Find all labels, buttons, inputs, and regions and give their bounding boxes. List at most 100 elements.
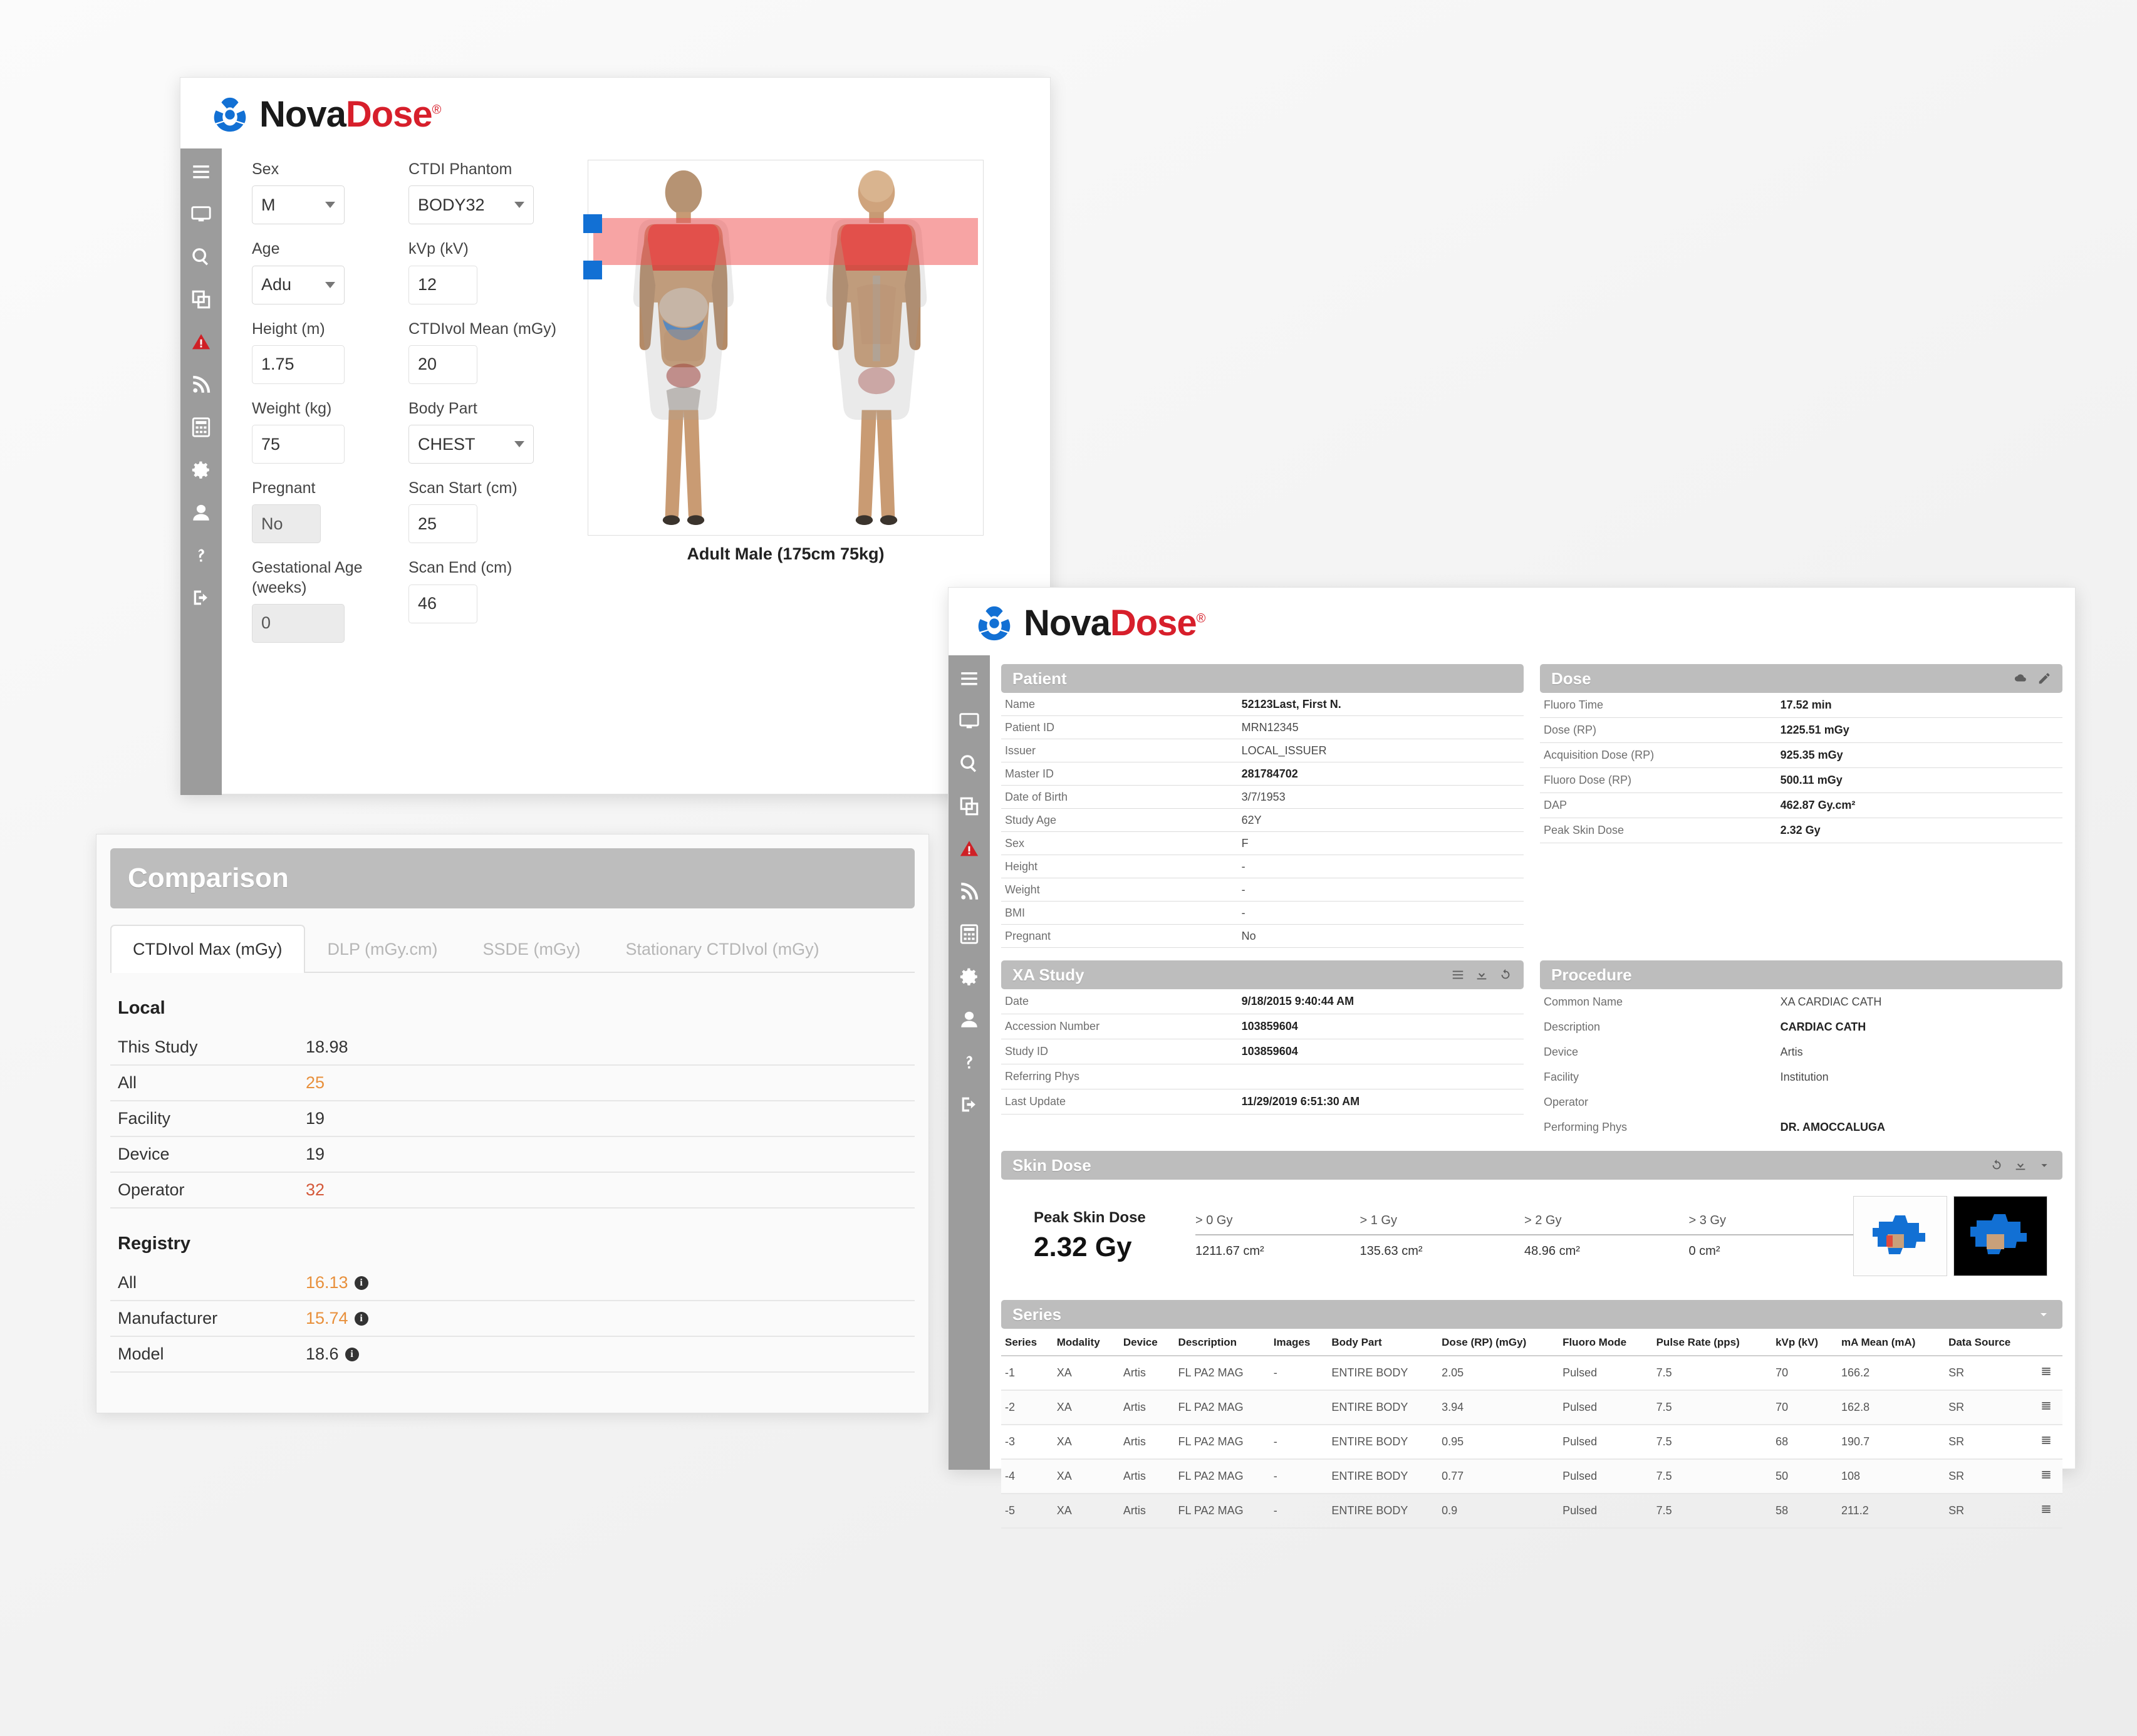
gear-icon[interactable] — [957, 965, 981, 989]
info-icon[interactable]: i — [345, 1348, 359, 1361]
cell-body-part: ENTIRE BODY — [1328, 1494, 1438, 1528]
table-row: Performing PhysDR. AMOCCALUGA — [1540, 1115, 2062, 1140]
select-body-part[interactable]: CHEST — [408, 425, 534, 464]
cell-data-source: SR — [1945, 1390, 2036, 1425]
ct-calculator-window: NovaDose® — [180, 77, 1051, 794]
brand-name-red: Dose — [346, 94, 432, 135]
table-row[interactable]: -2 XA Artis FL PA2 MAG ENTIRE BODY 3.94 … — [1001, 1390, 2062, 1425]
monitor-icon[interactable] — [189, 202, 213, 226]
select-age[interactable]: Adu — [252, 266, 345, 304]
copy-icon[interactable] — [189, 288, 213, 311]
row-value: 62Y — [1242, 814, 1262, 827]
row-menu-icon[interactable] — [2036, 1390, 2062, 1425]
rss-icon[interactable] — [189, 373, 213, 397]
phantom-canvas[interactable] — [588, 160, 984, 536]
gear-icon[interactable] — [189, 458, 213, 482]
table-row: Peak Skin Dose2.32 Gy — [1540, 818, 2062, 843]
comparison-title: Comparison — [110, 848, 915, 908]
row-value: 16.13 — [306, 1273, 348, 1292]
input-weight[interactable]: 75 — [252, 425, 345, 464]
procedure-panel-header: Procedure — [1540, 960, 2062, 989]
alert-triangle-icon[interactable] — [957, 837, 981, 861]
skin-dose-map-dark[interactable] — [1953, 1196, 2047, 1276]
scan-end-handle[interactable] — [583, 261, 602, 279]
row-label: Acquisition Dose (RP) — [1540, 749, 1781, 762]
row-label: Sex — [1001, 837, 1242, 850]
copy-icon[interactable] — [957, 794, 981, 818]
user-icon[interactable] — [189, 501, 213, 524]
cell-ma-mean: 162.8 — [1838, 1390, 1945, 1425]
input-ctdivol-mean[interactable]: 20 — [408, 345, 477, 384]
table-row[interactable]: -3 XA Artis FL PA2 MAG - ENTIRE BODY 0.9… — [1001, 1425, 2062, 1459]
select-ctdi-phantom[interactable]: BODY32 — [408, 185, 534, 224]
cell-images: - — [1270, 1425, 1328, 1459]
row-menu-icon[interactable] — [2036, 1425, 2062, 1459]
tab-dlp[interactable]: DLP (mGy.cm) — [305, 925, 460, 973]
row-label: Facility — [1540, 1071, 1781, 1084]
cell-data-source: SR — [1945, 1425, 2036, 1459]
search-icon[interactable] — [957, 752, 981, 776]
tab-stationary-ctdivol[interactable]: Stationary CTDIvol (mGy) — [603, 925, 842, 973]
cell-dose: 0.77 — [1438, 1459, 1559, 1494]
table-row: Date9/18/2015 9:40:44 AM — [1001, 989, 1524, 1014]
dose-panel-header: Dose — [1540, 664, 2062, 693]
input-scan-end[interactable]: 46 — [408, 585, 477, 623]
info-icon[interactable]: i — [355, 1276, 368, 1290]
calculator-icon[interactable] — [189, 415, 213, 439]
refresh-icon[interactable] — [1499, 968, 1512, 982]
rss-icon[interactable] — [957, 880, 981, 903]
row-label: Height — [1001, 860, 1242, 873]
input-height[interactable]: 1.75 — [252, 345, 345, 384]
table-row[interactable]: -5 XA Artis FL PA2 MAG - ENTIRE BODY 0.9… — [1001, 1494, 2062, 1528]
download-icon[interactable] — [2014, 1158, 2027, 1172]
input-kvp[interactable]: 12 — [408, 266, 477, 304]
local-section-title: Local — [118, 998, 915, 1019]
calculator-icon[interactable] — [957, 922, 981, 946]
chevron-down-icon — [325, 282, 335, 288]
row-menu-icon[interactable] — [2036, 1459, 2062, 1494]
table-row[interactable]: -1 XA Artis FL PA2 MAG - ENTIRE BODY 2.0… — [1001, 1356, 2062, 1390]
skin-dose-panel-header: Skin Dose — [1001, 1151, 2062, 1180]
help-icon[interactable] — [957, 1050, 981, 1074]
xa-study-panel: XA Study Date9/18/2015 9:40:44 AM Access… — [1001, 960, 1524, 1140]
chevron-down-icon[interactable] — [2037, 1158, 2051, 1172]
logout-icon[interactable] — [957, 1093, 981, 1116]
row-value: No — [1242, 930, 1256, 943]
input-scan-start[interactable]: 25 — [408, 504, 477, 543]
threshold-values-row: 1211.67 cm² 135.63 cm² 48.96 cm² 0 cm² — [1195, 1244, 1853, 1259]
row-menu-icon[interactable] — [2036, 1356, 2062, 1390]
row-label: Master ID — [1001, 767, 1242, 781]
value-pregnant: No — [261, 514, 311, 534]
skin-dose-map-light[interactable] — [1853, 1196, 1947, 1276]
row-menu-icon[interactable] — [2036, 1494, 2062, 1528]
tab-ssde[interactable]: SSDE (mGy) — [460, 925, 603, 973]
info-icon[interactable]: i — [355, 1312, 368, 1326]
skin-dose-panel-title: Skin Dose — [1012, 1156, 1091, 1175]
alert-triangle-icon[interactable] — [189, 330, 213, 354]
edit-icon[interactable] — [2037, 672, 2051, 685]
logout-icon[interactable] — [189, 586, 213, 610]
user-icon[interactable] — [957, 1007, 981, 1031]
scan-start-handle[interactable] — [583, 214, 602, 233]
chevron-down-icon[interactable] — [2036, 1307, 2051, 1322]
cell-kvp: 58 — [1772, 1494, 1838, 1528]
row-label: Pregnant — [1001, 930, 1242, 943]
help-icon[interactable] — [189, 543, 213, 567]
list-icon[interactable] — [1451, 968, 1465, 982]
search-icon[interactable] — [189, 245, 213, 269]
scan-range-band[interactable] — [593, 218, 978, 265]
table-row[interactable]: -4 XA Artis FL PA2 MAG - ENTIRE BODY 0.7… — [1001, 1459, 2062, 1494]
download-icon[interactable] — [1475, 968, 1489, 982]
refresh-icon[interactable] — [1990, 1158, 2004, 1172]
cloud-icon[interactable] — [2014, 672, 2027, 685]
select-sex[interactable]: M — [252, 185, 345, 224]
tab-ctdivol-max[interactable]: CTDIvol Max (mGy) — [110, 925, 305, 973]
cell-pulse-rate: 7.5 — [1653, 1356, 1772, 1390]
menu-icon[interactable] — [189, 160, 213, 184]
monitor-icon[interactable] — [957, 709, 981, 733]
menu-icon[interactable] — [957, 667, 981, 690]
table-row: Acquisition Dose (RP)925.35 mGy — [1540, 743, 2062, 768]
patient-panel: Patient Name52123Last, First N. Patient … — [1001, 664, 1524, 948]
skin-dose-map-thumbnails — [1853, 1196, 2056, 1276]
skin-dose-panel-tools — [1990, 1158, 2051, 1172]
